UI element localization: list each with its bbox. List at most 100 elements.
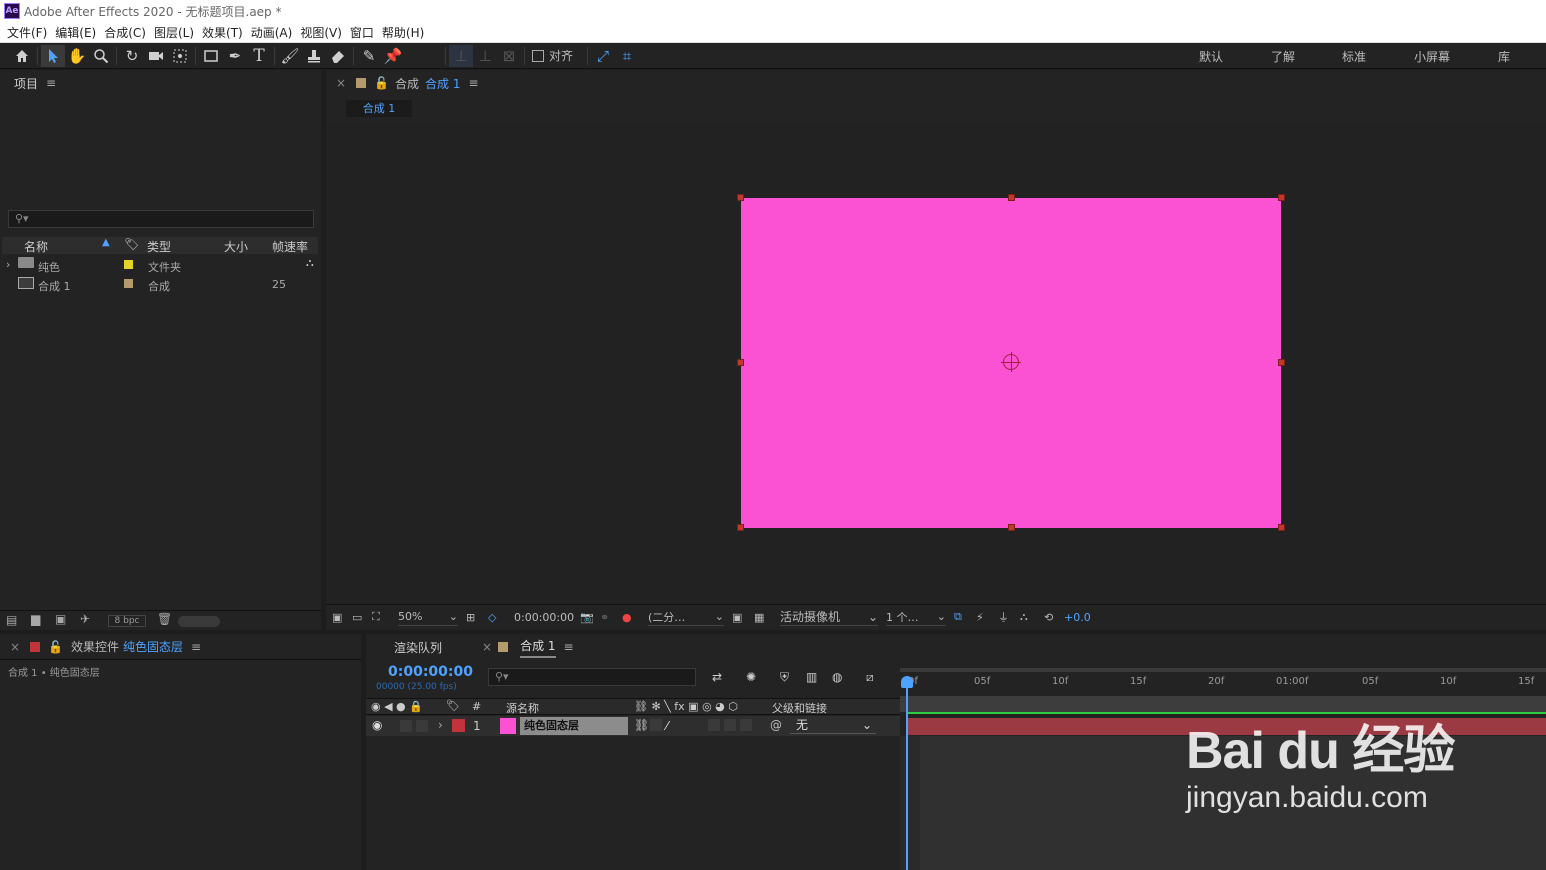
comp-name[interactable]: 合成 1 xyxy=(425,75,460,92)
current-time[interactable]: 0:00:00:00 xyxy=(514,608,574,626)
label-color-swatch[interactable] xyxy=(124,279,133,288)
comp-flowchart-tab[interactable]: 合成 1 xyxy=(346,100,412,117)
playhead[interactable] xyxy=(906,676,908,870)
camera-tool-icon[interactable] xyxy=(144,45,168,67)
close-icon[interactable]: × xyxy=(482,640,492,654)
transform-handle[interactable] xyxy=(1278,524,1285,531)
workspace-default[interactable]: 默认 xyxy=(1199,48,1223,65)
vr-goggles-icon[interactable]: ⛶ xyxy=(372,608,380,626)
reset-exposure-icon[interactable]: ⟲ xyxy=(1044,608,1053,626)
effects-layer-name[interactable]: 纯色固态层 xyxy=(123,638,183,655)
type-tool-icon[interactable]: T xyxy=(247,45,271,67)
layer-name[interactable]: 纯色固态层 xyxy=(520,717,628,735)
project-item-comp[interactable]: 合成 1 合成 25 xyxy=(2,275,318,294)
rotation-tool-icon[interactable]: ↻ xyxy=(120,45,144,67)
menu-view[interactable]: 视图(V) xyxy=(300,24,342,41)
motion-blur-icon[interactable]: ◍ xyxy=(832,670,842,684)
menu-animation[interactable]: 动画(A) xyxy=(251,24,293,41)
workspace-standard[interactable]: 标准 xyxy=(1342,48,1366,65)
menu-window[interactable]: 窗口 xyxy=(350,24,374,41)
world-axis-icon[interactable]: ⊥ xyxy=(473,45,497,67)
pickwhip-icon[interactable]: @ xyxy=(770,718,782,732)
menu-layer[interactable]: 图层(L) xyxy=(154,24,194,41)
workspace-libraries[interactable]: 库 xyxy=(1498,48,1510,65)
graph-editor-icon[interactable]: ⧄ xyxy=(866,670,874,685)
snap-grid-icon[interactable]: ⌗ xyxy=(615,45,639,67)
snapshot-icon[interactable]: 📷 xyxy=(580,608,594,626)
column-fps[interactable]: 帧速率 xyxy=(272,238,308,255)
clone-stamp-tool-icon[interactable] xyxy=(302,45,326,67)
label-tag-icon[interactable]: 🏷 xyxy=(124,237,139,251)
transform-handle[interactable] xyxy=(1008,524,1015,531)
collapse-switch-icon[interactable]: ⛓ xyxy=(634,718,649,732)
expand-arrow-icon[interactable]: › xyxy=(6,258,10,271)
selection-tool-icon[interactable] xyxy=(41,44,65,67)
project-search-input[interactable]: ⚲▾ xyxy=(8,210,314,228)
column-size[interactable]: 大小 xyxy=(224,238,248,255)
project-item-solids-folder[interactable]: › 纯色 文件夹 ⛬ xyxy=(2,256,318,275)
view-axis-icon[interactable]: ⊠ xyxy=(497,45,521,67)
resolution-dropdown[interactable]: (二分… ⌄ xyxy=(648,608,724,626)
panel-menu-icon[interactable]: ≡ xyxy=(468,76,478,90)
playhead-handle[interactable] xyxy=(901,676,913,688)
new-composition-icon[interactable]: ▣ xyxy=(55,612,66,626)
new-folder-icon[interactable]: ▆ xyxy=(31,612,40,626)
lock-icon[interactable]: 🔓 xyxy=(48,640,63,654)
switch-toggle[interactable] xyxy=(740,719,752,731)
transform-handle[interactable] xyxy=(737,194,744,201)
timeline-search-input[interactable]: ⚲▾ xyxy=(488,668,696,686)
transform-handle[interactable] xyxy=(737,524,744,531)
lock-toggle[interactable] xyxy=(416,720,428,732)
transform-handle[interactable] xyxy=(737,359,744,366)
draft-3d-icon[interactable]: ✺ xyxy=(746,670,756,684)
roto-brush-tool-icon[interactable]: ✎ xyxy=(357,45,381,67)
switch-toggle[interactable] xyxy=(650,719,662,731)
mask-visibility-icon[interactable]: ◇ xyxy=(488,608,496,626)
safe-zones-icon[interactable]: ⊞ xyxy=(466,608,475,626)
composition-mini-flowchart-icon[interactable]: ⇄ xyxy=(712,670,722,684)
close-icon[interactable]: × xyxy=(10,640,20,654)
panel-menu-icon[interactable]: ≡ xyxy=(564,640,574,654)
timeline-icon[interactable]: ⏚ xyxy=(998,608,1009,626)
tab-render-queue[interactable]: 渲染队列 xyxy=(394,639,442,656)
transparency-grid-icon[interactable]: ▦ xyxy=(754,608,764,626)
switch-toggle[interactable] xyxy=(708,719,720,731)
magnification-dropdown[interactable]: 50% ⌄ xyxy=(398,608,458,626)
eraser-tool-icon[interactable] xyxy=(326,45,350,67)
always-preview-icon[interactable]: ▣ xyxy=(332,608,342,626)
menu-help[interactable]: 帮助(H) xyxy=(382,24,424,41)
thumbnail-slider[interactable] xyxy=(178,616,220,627)
label-tag-icon[interactable]: 🏷 xyxy=(446,699,460,712)
bit-depth-button[interactable]: 8 bpc xyxy=(108,615,146,627)
tab-comp-1[interactable]: 合成 1 xyxy=(520,637,556,658)
panel-menu-icon[interactable]: ≡ xyxy=(46,76,56,90)
menu-file[interactable]: 文件(F) xyxy=(7,24,47,41)
monitor-icon[interactable]: ▭ xyxy=(352,608,362,626)
close-icon[interactable]: × xyxy=(336,76,346,90)
puppet-tool-icon[interactable]: 📌 xyxy=(381,45,405,67)
hand-tool-icon[interactable]: ✋ xyxy=(65,45,89,67)
column-source-name[interactable]: 源名称 xyxy=(506,700,539,716)
parent-dropdown[interactable]: 无 ⌄ xyxy=(790,717,876,734)
shy-layers-icon[interactable]: ⛨ xyxy=(780,670,789,685)
camera-dropdown[interactable]: 活动摄像机 ⌄ xyxy=(780,608,878,626)
pen-tool-icon[interactable]: ✒ xyxy=(223,45,247,67)
menu-edit[interactable]: 编辑(E) xyxy=(55,24,96,41)
views-dropdown[interactable]: 1 个… ⌄ xyxy=(886,608,946,626)
transform-handle[interactable] xyxy=(1278,194,1285,201)
flowchart-icon[interactable]: ⛬ xyxy=(306,256,314,270)
frame-blending-icon[interactable]: ▥ xyxy=(806,670,817,684)
solo-toggle[interactable] xyxy=(400,720,412,732)
layer-label-swatch[interactable] xyxy=(452,719,465,732)
snapping-icon[interactable]: ⤢ xyxy=(591,45,615,67)
switch-toggle[interactable] xyxy=(724,719,736,731)
workspace-small-screen[interactable]: 小屏幕 xyxy=(1414,48,1450,65)
anchor-point-icon[interactable] xyxy=(1001,352,1021,372)
menu-effect[interactable]: 效果(T) xyxy=(202,24,243,41)
home-icon[interactable] xyxy=(10,45,34,67)
timeline-layer-row[interactable]: ◉ › 1 纯色固态层 ⛓ ⁄ @ 无 ⌄ xyxy=(366,716,900,736)
column-name[interactable]: 名称 xyxy=(24,238,48,255)
menu-composition[interactable]: 合成(C) xyxy=(104,24,146,41)
region-of-interest-icon[interactable]: ▣ xyxy=(732,608,742,626)
fast-previews-icon[interactable]: ⚡ xyxy=(976,608,984,626)
